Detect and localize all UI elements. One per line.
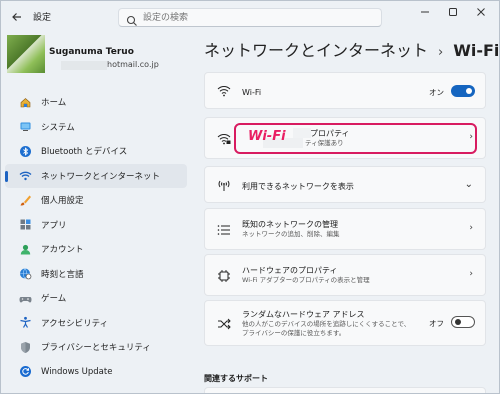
wifi-label: Wi-Fi xyxy=(242,88,262,97)
user-profile[interactable]: Suganuma Teruo hotmail.co.jp xyxy=(7,35,183,87)
window-title: 設定 xyxy=(33,13,52,23)
shuffle-icon xyxy=(217,317,231,331)
update-icon xyxy=(19,365,32,378)
sidebar-item-gaming[interactable]: ゲーム xyxy=(5,286,187,311)
known-networks-title: 既知のネットワークの管理 xyxy=(242,220,338,229)
accessibility-icon xyxy=(19,316,32,329)
random-toggle-state: オフ xyxy=(429,319,444,328)
wifi-toggle[interactable] xyxy=(451,85,475,97)
hardware-subtitle: Wi-Fi アダプターのプロパティの表示と管理 xyxy=(242,276,370,284)
sidebar-item-accessibility[interactable]: アクセシビリティ xyxy=(5,311,187,336)
hardware-title: ハードウェアのプロパティ xyxy=(242,266,338,275)
search-icon xyxy=(126,12,138,26)
sidebar-item-apps[interactable]: アプリ xyxy=(5,213,187,238)
sidebar-item-label: アプリ xyxy=(41,220,67,231)
sidebar-item-personalization[interactable]: 個人用設定 xyxy=(5,188,187,213)
sidebar-item-windows-update[interactable]: Windows Update xyxy=(5,360,187,385)
maximize-icon[interactable] xyxy=(439,1,467,23)
sidebar-item-label: アクセシビリティ xyxy=(41,318,109,329)
avatar xyxy=(7,35,45,73)
sidebar-item-privacy[interactable]: プライバシーとセキュリティ xyxy=(5,335,187,360)
home-icon xyxy=(19,96,32,109)
wifi-icon xyxy=(217,84,231,98)
chip-icon xyxy=(217,269,231,283)
random-address-card: ランダムなハードウェア アドレス 他の人がこのデバイスの場所を追跡しにくくするこ… xyxy=(204,300,486,346)
breadcrumb-separator: › xyxy=(438,45,444,60)
breadcrumb: ネットワークとインターネット › Wi-Fi xyxy=(204,37,499,61)
sidebar-item-label: 個人用設定 xyxy=(41,196,84,207)
sidebar-item-label: ゲーム xyxy=(41,294,67,305)
sidebar-item-network[interactable]: ネットワークとインターネット xyxy=(5,163,187,188)
related-support-card[interactable] xyxy=(204,387,486,393)
account-icon xyxy=(19,243,32,256)
chevron-right-icon: › xyxy=(469,223,473,233)
wifi-toggle-card: Wi-Fi オン xyxy=(204,72,486,109)
back-arrow-icon[interactable] xyxy=(7,7,27,27)
page-title: Wi-Fi xyxy=(453,41,500,60)
random-address-toggle[interactable] xyxy=(451,316,475,328)
sidebar-item-bluetooth[interactable]: Bluetooth とデバイス xyxy=(5,139,187,164)
wifi-toggle-state: オン xyxy=(429,88,444,97)
search-box[interactable] xyxy=(118,8,382,27)
settings-window: 設定 Suganuma Teruo hotmail.co.jp xyxy=(0,0,500,394)
sidebar-item-label: Windows Update xyxy=(41,366,113,377)
hardware-properties-card[interactable]: ハードウェアのプロパティ Wi-Fi アダプターのプロパティの表示と管理 › xyxy=(204,254,486,296)
sidebar-item-home[interactable]: ホーム xyxy=(5,90,187,115)
available-networks-title: 利用できるネットワークを表示 xyxy=(242,182,354,191)
email-redaction xyxy=(61,61,107,70)
random-address-desc-line2: プライバシーの保護に役立ちます。 xyxy=(242,329,346,337)
sidebar-item-label: システム xyxy=(41,122,75,133)
breadcrumb-parent[interactable]: ネットワークとインターネット xyxy=(204,41,428,60)
antenna-icon xyxy=(217,178,231,192)
random-address-title: ランダムなハードウェア アドレス xyxy=(242,310,365,319)
sidebar-item-accounts[interactable]: アカウント xyxy=(5,237,187,262)
chevron-down-icon[interactable]: ⌄ xyxy=(465,179,473,190)
random-address-desc-line1: 他の人がこのデバイスの場所を追跡しにくくすることで、 xyxy=(242,320,411,328)
available-networks-card[interactable]: 利用できるネットワークを表示 ⌄ xyxy=(204,166,486,203)
globe-clock-icon xyxy=(19,267,32,280)
brush-icon xyxy=(19,194,32,207)
sidebar-item-label: ホーム xyxy=(41,98,67,109)
profile-name: Suganuma Teruo xyxy=(49,47,134,57)
sidebar-item-time-language[interactable]: 時刻と言語 xyxy=(5,262,187,287)
annotation-label: Wi-Fi xyxy=(248,129,286,144)
close-icon[interactable] xyxy=(467,1,495,23)
gamepad-icon xyxy=(19,292,32,305)
chevron-right-icon: › xyxy=(469,269,473,279)
sidebar-item-label: 時刻と言語 xyxy=(41,269,84,280)
network-icon xyxy=(19,169,32,182)
related-support-heading: 関連するサポート xyxy=(204,374,268,383)
apps-icon xyxy=(19,218,32,231)
list-icon xyxy=(217,223,231,237)
shield-icon xyxy=(19,341,32,354)
window-controls xyxy=(411,1,495,23)
sidebar-item-system[interactable]: システム xyxy=(5,115,187,140)
minimize-icon[interactable] xyxy=(411,1,439,23)
sidebar-nav: ホーム システム Bluetooth とデバイス ネットワークとインターネット … xyxy=(5,90,187,384)
known-networks-subtitle: ネットワークの追加、削除、編集 xyxy=(242,230,340,238)
sidebar-item-label: Bluetooth とデバイス xyxy=(41,147,128,158)
sidebar-item-label: アカウント xyxy=(41,245,84,256)
wifi-secure-icon xyxy=(217,132,231,146)
known-networks-card[interactable]: 既知のネットワークの管理 ネットワークの追加、削除、編集 › xyxy=(204,208,486,250)
search-input[interactable] xyxy=(143,11,373,25)
monitor-icon xyxy=(19,120,32,133)
sidebar-item-label: プライバシーとセキュリティ xyxy=(41,343,151,354)
profile-email: hotmail.co.jp xyxy=(107,60,159,69)
bluetooth-icon xyxy=(19,145,32,158)
sidebar-item-label: ネットワークとインターネット xyxy=(41,171,161,182)
title-bar: 設定 xyxy=(1,1,499,33)
